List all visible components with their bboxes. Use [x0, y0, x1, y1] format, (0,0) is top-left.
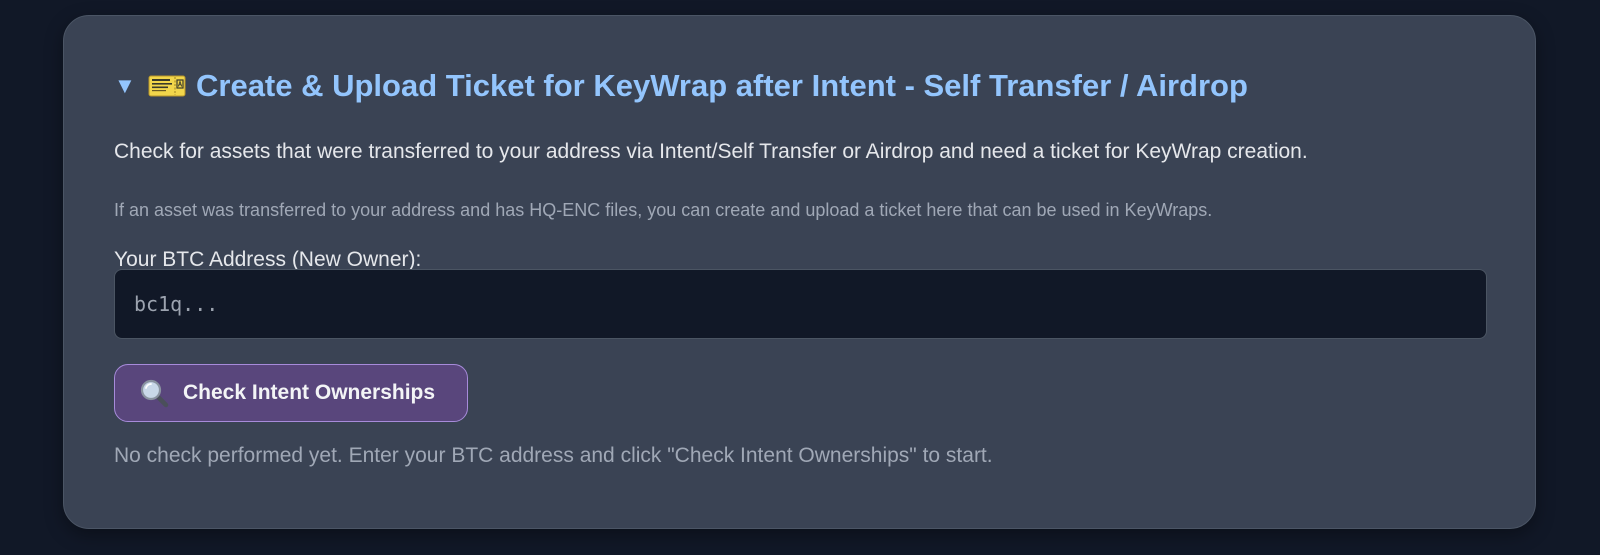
magnifying-glass-icon [140, 379, 169, 408]
section-hint: If an asset was transferred to your addr… [114, 200, 1213, 220]
check-intent-ownerships-button[interactable]: Check Intent Ownerships [114, 364, 468, 422]
section-description: Check for assets that were transferred t… [114, 140, 1308, 163]
collapse-toggle-icon[interactable]: ▼ [114, 69, 140, 103]
check-button-label: Check Intent Ownerships [183, 381, 436, 404]
section-title: Create & Upload Ticket for KeyWrap after… [196, 68, 1248, 103]
intent-ticket-panel: ▼ Create & Upload Ticket for KeyWrap aft… [63, 15, 1536, 529]
check-status-message: No check performed yet. Enter your BTC a… [114, 444, 993, 467]
btc-address-input[interactable] [114, 269, 1487, 339]
ticket-icon [148, 75, 186, 97]
section-header-toggle[interactable]: ▼ Create & Upload Ticket for KeyWrap aft… [114, 68, 1248, 104]
